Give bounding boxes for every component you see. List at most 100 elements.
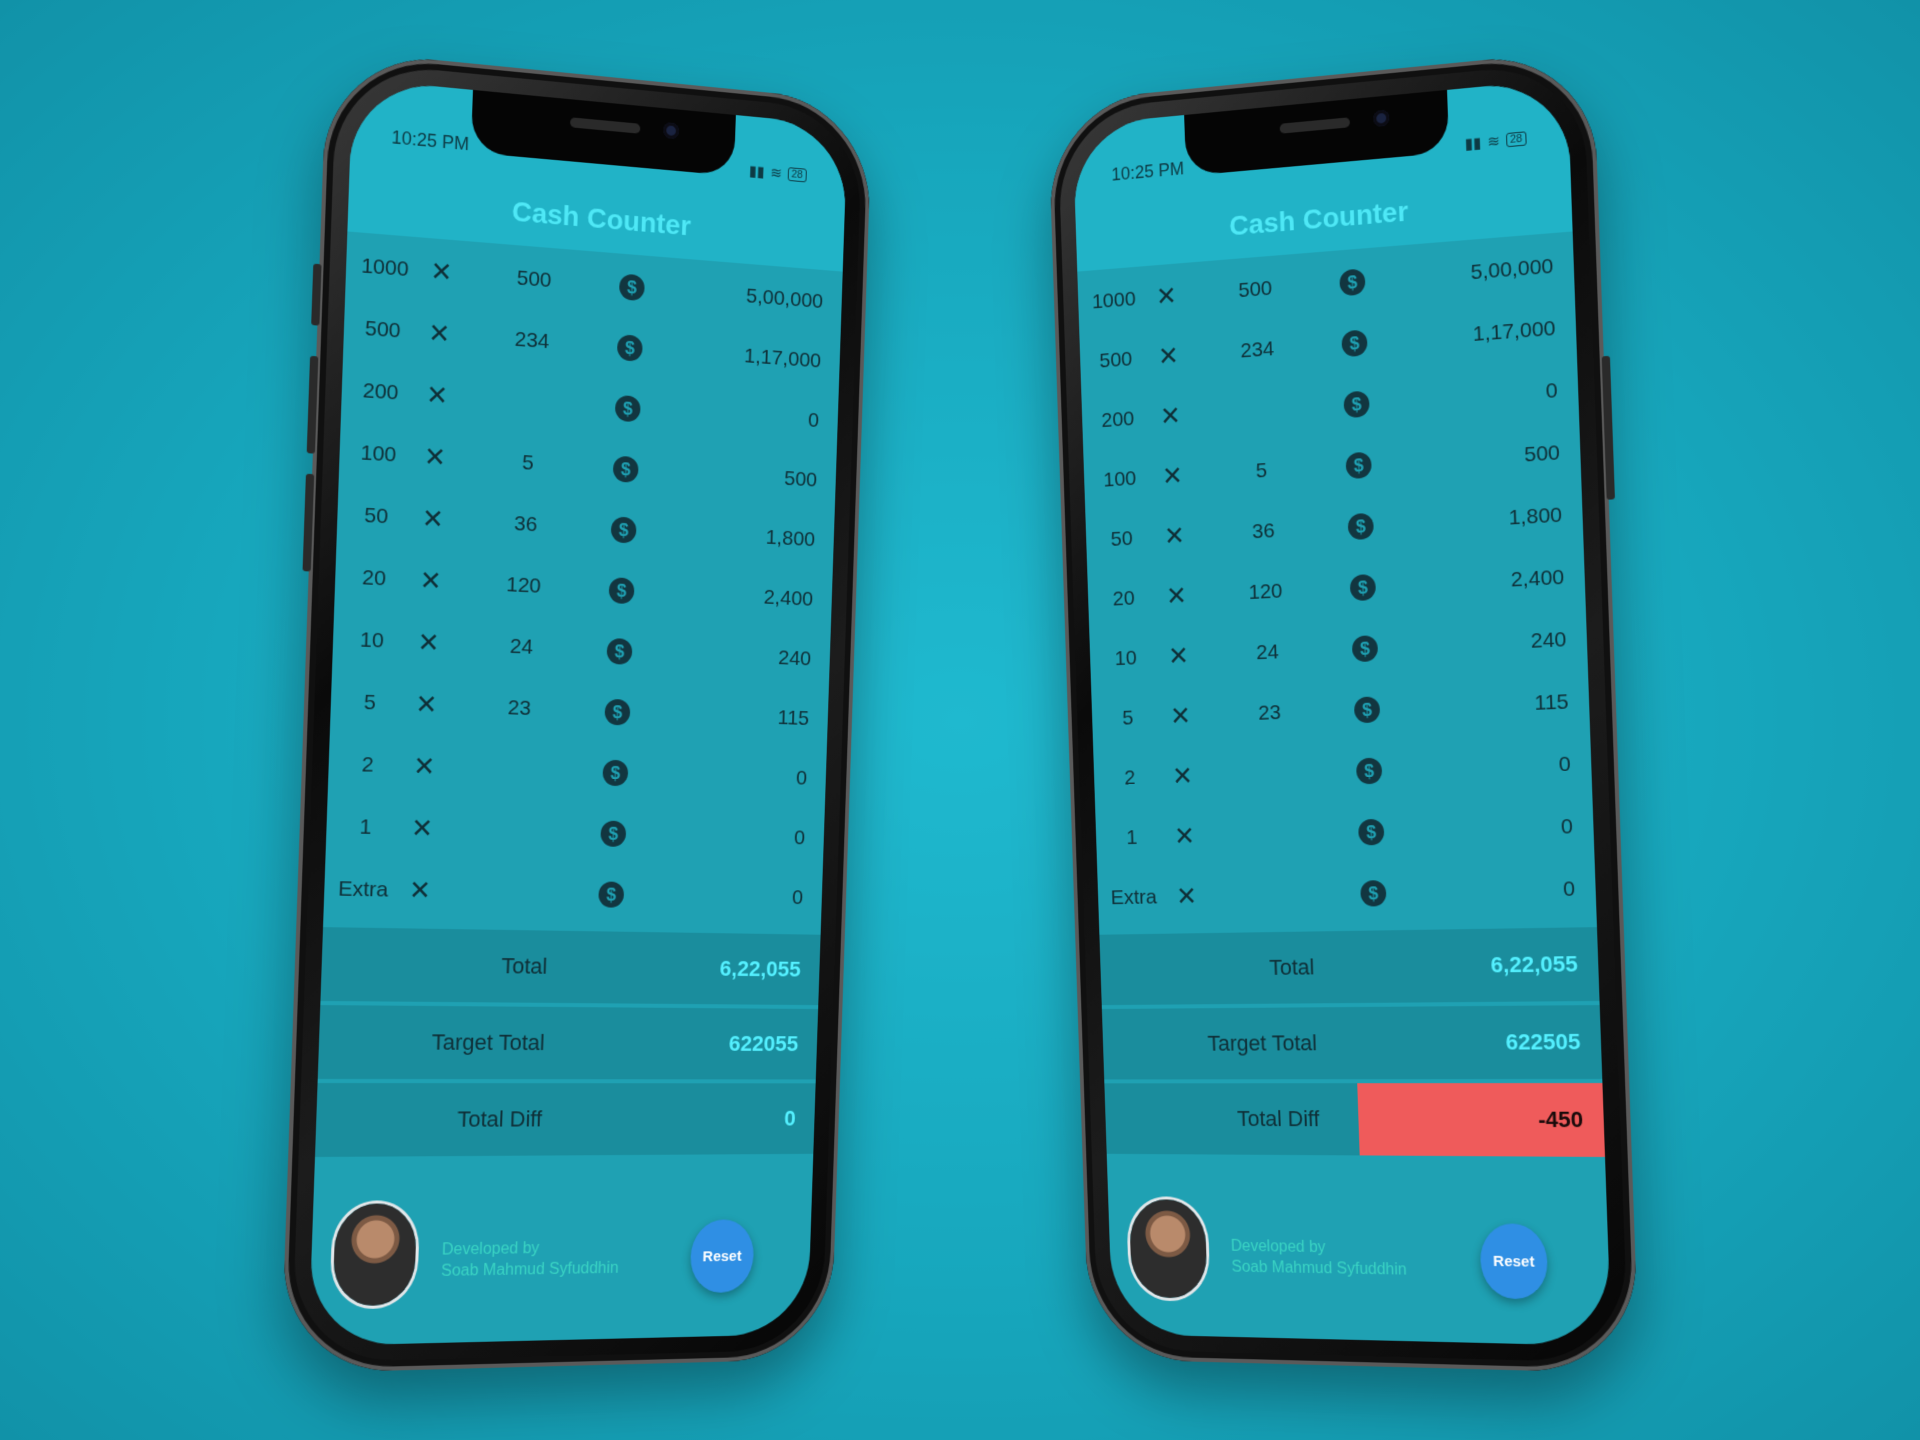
developer-name: Soab Mahmud Syfuddhin — [440, 1259, 619, 1280]
quantity-input[interactable]: 5 — [1189, 454, 1334, 487]
mute-switch — [311, 263, 322, 326]
screen: 10:25 PM ▮▮ ≋ 28 Cash Counter 1000 ✕ 500 $5… — [1072, 78, 1612, 1347]
denomination-label: 1 — [1125, 825, 1138, 849]
dollar-coin-icon: $ — [1347, 512, 1374, 540]
dollar-coin-icon: $ — [1351, 634, 1379, 662]
total-row: Total 6,22,055 — [320, 927, 821, 1006]
target-total-input[interactable]: 622055 — [583, 1030, 817, 1057]
multiply-icon: ✕ — [1163, 520, 1186, 551]
quantity-input[interactable]: 36 — [451, 508, 600, 540]
quantity-input[interactable]: 120 — [448, 570, 597, 601]
quantity-input[interactable] — [1204, 893, 1349, 896]
target-total-input[interactable]: 622505 — [1356, 1029, 1602, 1056]
denomination-label: 5 — [1121, 706, 1134, 730]
row-amount: 1,800 — [1508, 502, 1563, 530]
quantity-input[interactable]: 234 — [457, 323, 606, 358]
coin-icon-wrap: $ — [1342, 695, 1392, 723]
dollar-coin-icon: $ — [1357, 818, 1385, 846]
coin-icon-wrap: $ — [605, 333, 654, 362]
row-amount: 1,17,000 — [1472, 316, 1556, 346]
phone-left: 10:25 PM ▮▮ ≋ 28 Cash Counter 1000 ✕ 500 $5… — [280, 49, 873, 1374]
quantity-input[interactable]: 36 — [1191, 515, 1336, 547]
quantity-input[interactable]: 5 — [453, 446, 602, 479]
denomination-label: Extra — [337, 876, 389, 902]
quantity-input[interactable] — [1202, 832, 1347, 836]
quantity-input[interactable]: 234 — [1185, 333, 1330, 367]
reset-button[interactable]: Reset — [689, 1219, 755, 1294]
coin-icon-wrap: $ — [1334, 450, 1384, 479]
dollar-coin-icon: $ — [604, 698, 631, 726]
quantity-input[interactable]: 23 — [444, 693, 593, 723]
multiply-icon: ✕ — [1157, 340, 1180, 372]
row-amount: 0 — [1558, 752, 1572, 776]
dollar-coin-icon: $ — [1349, 573, 1377, 601]
developed-by-label: Developed by — [441, 1239, 540, 1259]
multiply-icon: ✕ — [1159, 400, 1182, 432]
row-amount: 2,400 — [1510, 565, 1565, 592]
quantity-input[interactable]: 23 — [1197, 698, 1343, 727]
dollar-coin-icon: $ — [598, 880, 625, 908]
quantity-input[interactable] — [1188, 406, 1333, 416]
denomination-list: 1000 ✕ 500 $5,00,000 500 ✕ 234 $1,17,000 200 ✕ $0 1… — [1077, 233, 1596, 927]
coin-icon-wrap: $ — [1344, 757, 1394, 785]
signal-icon: ▮▮ — [748, 162, 765, 181]
row-amount: 115 — [1534, 689, 1569, 715]
target-total-label: Target Total — [1207, 1030, 1318, 1056]
coin-icon-wrap: $ — [1338, 573, 1388, 601]
coin-icon-wrap: $ — [1330, 328, 1380, 358]
coin-icon-wrap: $ — [1348, 879, 1398, 907]
reset-button[interactable]: Reset — [1479, 1223, 1549, 1300]
quantity-input[interactable]: 500 — [1183, 272, 1328, 307]
avatar — [332, 1203, 418, 1307]
quantity-input[interactable]: 24 — [1195, 637, 1341, 667]
denomination-label: 500 — [1098, 347, 1133, 372]
multiply-icon: ✕ — [1167, 640, 1190, 671]
row-amount: 500 — [783, 466, 818, 492]
coin-icon-wrap: $ — [595, 637, 644, 665]
coin-icon-wrap: $ — [599, 515, 648, 544]
quantity-input[interactable]: 500 — [459, 261, 608, 297]
volume-down-button — [302, 473, 315, 572]
front-camera — [1373, 109, 1390, 128]
row-amount: 0 — [791, 885, 804, 909]
total-row: Total 6,22,055 — [1099, 927, 1600, 1006]
multiply-icon: ✕ — [1171, 760, 1194, 791]
denomination-label: Extra — [1110, 885, 1158, 909]
quantity-input[interactable] — [455, 397, 603, 407]
coin-icon-wrap: $ — [601, 454, 650, 483]
dollar-coin-icon: $ — [1343, 390, 1370, 418]
developed-by-label: Developed by — [1230, 1237, 1326, 1257]
wifi-icon: ≋ — [1486, 132, 1501, 152]
target-total-row[interactable]: Target Total 622055 — [317, 1005, 819, 1080]
denomination-row: Extra ✕ $0 — [323, 857, 823, 927]
quantity-input[interactable] — [1200, 771, 1345, 775]
denomination-label: 50 — [1110, 526, 1134, 551]
row-amount: 240 — [1530, 627, 1567, 653]
footer: Developed by Soab Mahmud Syfuddhin Reset — [309, 1199, 811, 1317]
row-amount: 1,800 — [765, 525, 816, 551]
multiply-icon: ✕ — [410, 812, 434, 844]
target-total-label: Target Total — [431, 1029, 546, 1056]
total-diff-row: Total Diff -450 — [1104, 1083, 1606, 1157]
multiply-icon: ✕ — [1173, 820, 1196, 851]
quantity-input[interactable] — [438, 891, 587, 894]
denomination-label: 100 — [360, 440, 397, 467]
quantity-input[interactable] — [440, 829, 589, 833]
denomination-label: 50 — [363, 503, 389, 528]
phone-right: 10:25 PM ▮▮ ≋ 28 Cash Counter 1000 ✕ 500 $5… — [1047, 49, 1640, 1374]
status-time: 10:25 PM — [391, 127, 470, 155]
coin-icon-wrap: $ — [593, 698, 642, 726]
row-amount: 0 — [1562, 876, 1576, 901]
dollar-coin-icon: $ — [614, 394, 641, 422]
denomination-label: 200 — [1100, 406, 1135, 432]
status-time: 10:25 PM — [1111, 158, 1185, 185]
quantity-input[interactable]: 24 — [446, 631, 595, 661]
multiply-icon: ✕ — [419, 564, 443, 597]
dollar-coin-icon: $ — [612, 455, 639, 483]
total-diff-value: 0 — [783, 1105, 797, 1131]
quantity-input[interactable] — [442, 767, 591, 772]
multiply-icon: ✕ — [415, 688, 439, 720]
quantity-input[interactable]: 120 — [1193, 576, 1338, 607]
target-total-row[interactable]: Target Total 622505 — [1101, 1005, 1603, 1080]
dollar-coin-icon: $ — [1360, 879, 1387, 907]
